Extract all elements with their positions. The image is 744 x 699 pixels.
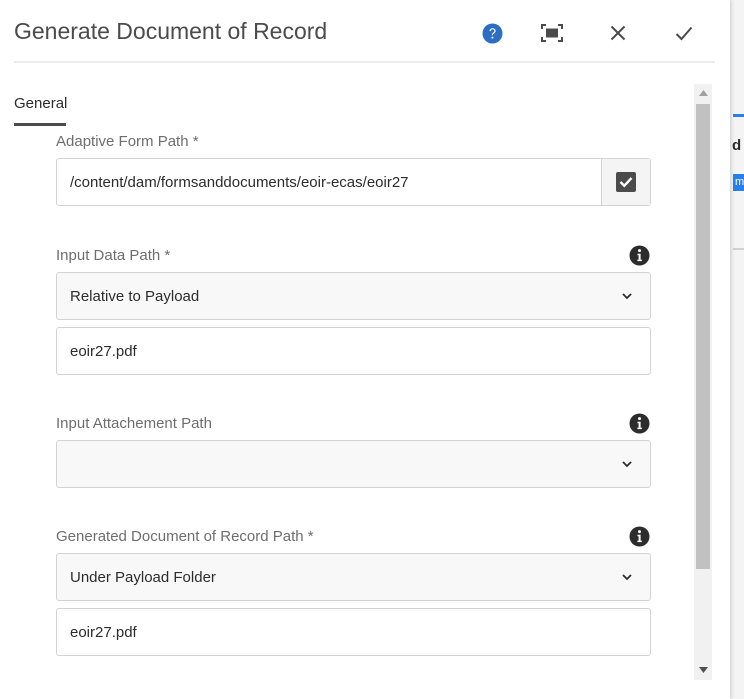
generated-dor-path-label: Generated Document of Record Path * <box>56 528 314 545</box>
tab-general[interactable]: General <box>14 95 67 112</box>
background-accent-line <box>733 114 744 117</box>
checkbox-checked-icon <box>616 172 636 192</box>
input-attachment-path-select[interactable] <box>56 440 651 488</box>
adaptive-form-path-label: Adaptive Form Path * <box>56 133 199 150</box>
adaptive-form-path-field[interactable]: /content/dam/formsanddocuments/eoir-ecas… <box>56 158 651 206</box>
generate-dor-dialog: Generate Document of Record General Adap… <box>0 0 730 699</box>
dialog-title: Generate Document of Record <box>14 18 328 44</box>
scroll-up-button[interactable] <box>694 84 712 102</box>
checkmark-icon <box>675 26 693 40</box>
background-divider <box>733 248 744 250</box>
tab-active-indicator <box>14 123 66 126</box>
confirm-button[interactable] <box>669 18 699 48</box>
input-data-path-select[interactable]: Relative to Payload <box>56 272 651 320</box>
chevron-down-icon <box>622 574 632 581</box>
scroll-down-button[interactable] <box>694 661 712 679</box>
fullscreen-icon <box>541 24 563 42</box>
input-data-path-label: Input Data Path * <box>56 247 171 264</box>
adaptive-form-path-value: /content/dam/formsanddocuments/eoir-ecas… <box>70 173 409 191</box>
triangle-down-icon <box>698 667 708 673</box>
background-page <box>729 0 744 699</box>
help-circle-icon <box>482 23 502 43</box>
input-data-path-field[interactable]: eoir27.pdf <box>56 327 651 375</box>
close-icon <box>610 25 626 41</box>
input-data-path-value: eoir27.pdf <box>70 342 137 360</box>
header-divider <box>14 61 715 63</box>
path-browse-button[interactable] <box>601 159 650 205</box>
generated-dor-path-field[interactable]: eoir27.pdf <box>56 608 651 656</box>
generated-dor-path-selected: Under Payload Folder <box>70 568 216 586</box>
chevron-down-icon <box>622 461 632 468</box>
info-icon[interactable] <box>629 526 650 547</box>
input-attachment-path-label: Input Attachement Path <box>56 415 212 432</box>
generated-dor-path-select[interactable]: Under Payload Folder <box>56 553 651 601</box>
info-icon[interactable] <box>629 245 650 266</box>
background-chip: m <box>733 174 744 191</box>
background-text-fragment: d <box>732 137 742 154</box>
triangle-up-icon <box>698 90 708 96</box>
help-button[interactable] <box>477 18 507 48</box>
scrollbar-thumb[interactable] <box>696 104 710 569</box>
close-button[interactable] <box>603 18 633 48</box>
info-icon[interactable] <box>629 413 650 434</box>
chevron-down-icon <box>622 293 632 300</box>
fullscreen-button[interactable] <box>537 18 567 48</box>
input-data-path-selected: Relative to Payload <box>70 287 200 305</box>
generated-dor-path-value: eoir27.pdf <box>70 623 137 641</box>
